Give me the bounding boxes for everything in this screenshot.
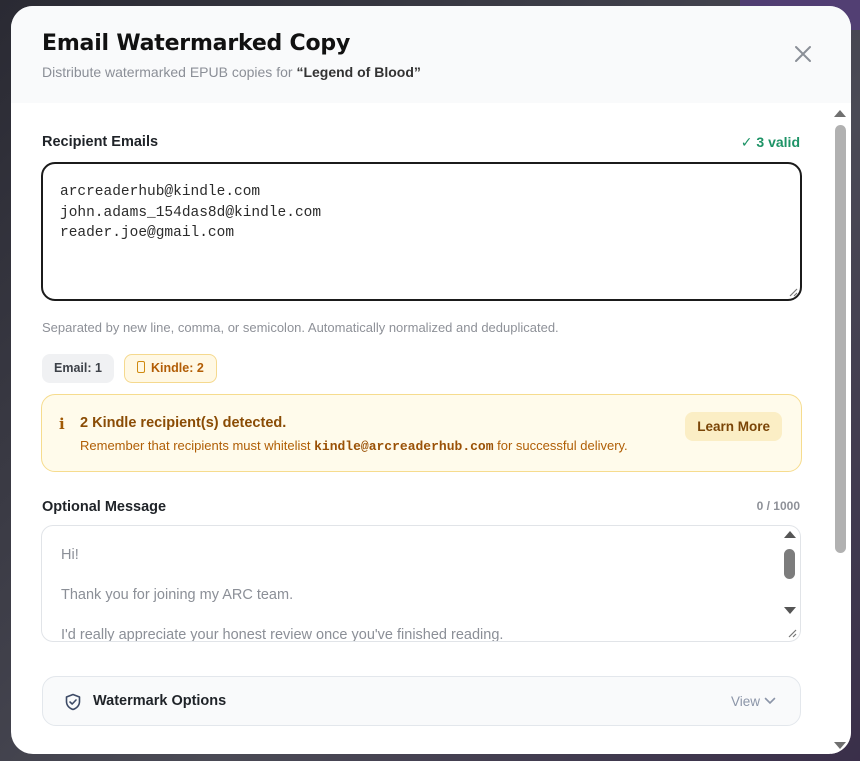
close-icon (795, 46, 811, 62)
kindle-notice-description: Remember that recipients must whitelist … (80, 438, 628, 454)
kindle-icon (137, 361, 145, 373)
kindle-notice-title: 2 Kindle recipient(s) detected. (80, 415, 287, 431)
message-line: Hi! (61, 547, 79, 563)
scroll-thumb[interactable] (784, 549, 795, 579)
recipient-emails-label: Recipient Emails (42, 134, 159, 150)
learn-more-button[interactable]: Learn More (685, 412, 782, 441)
watermark-options-toggle[interactable]: Watermark Options View (42, 676, 801, 726)
email-count-chip: Email: 1 (42, 354, 114, 383)
message-line: Thank you for joining my ARC team. (61, 587, 294, 603)
scroll-thumb[interactable] (835, 125, 846, 553)
scroll-up-arrow-icon[interactable] (784, 531, 796, 538)
dialog-subtitle: Distribute watermarked EPUB copies for “… (42, 64, 421, 80)
view-label: View (730, 694, 760, 709)
optional-message-textarea[interactable]: Hi! Thank you for joining my ARC team. I… (41, 525, 801, 642)
watermark-options-label: Watermark Options (93, 693, 227, 709)
recipient-emails-textarea[interactable]: arcreaderhub@kindle.com john.adams_154da… (41, 162, 802, 301)
resize-handle-icon[interactable] (788, 287, 798, 297)
message-scrollbar[interactable] (780, 526, 800, 641)
whitelist-address: kindle@arcreaderhub.com (314, 439, 494, 454)
kindle-notice: i 2 Kindle recipient(s) detected. Rememb… (41, 394, 802, 472)
message-char-counter: 0 / 1000 (756, 499, 800, 513)
kindle-count-text: Kindle: 2 (151, 361, 204, 375)
notice-desc-prefix: Remember that recipients must whitelist (80, 438, 315, 453)
optional-message-label: Optional Message (42, 499, 167, 515)
close-button[interactable] (791, 42, 815, 66)
email-line: arcreaderhub@kindle.com (60, 184, 261, 200)
chevron-down-icon (764, 697, 776, 705)
dialog-title: Email Watermarked Copy (42, 31, 351, 56)
resize-handle-icon[interactable] (787, 628, 797, 638)
book-title: “Legend of Blood” (296, 64, 421, 80)
kindle-count-chip: Kindle: 2 (124, 354, 217, 383)
shield-icon (65, 693, 81, 711)
recipients-helper-text: Separated by new line, comma, or semicol… (42, 320, 559, 335)
info-icon: i (59, 415, 65, 433)
subtitle-text: Distribute watermarked EPUB copies for (42, 64, 297, 80)
notice-desc-suffix: for successful delivery. (493, 438, 628, 453)
scroll-up-arrow-icon[interactable] (834, 110, 846, 117)
valid-count-badge: ✓ 3 valid (740, 134, 800, 150)
dialog-header: Email Watermarked Copy Distribute waterm… (11, 6, 851, 103)
dialog-scrollbar[interactable] (831, 103, 851, 754)
email-line: reader.joe@gmail.com (60, 225, 235, 241)
email-watermarked-copy-dialog: Email Watermarked Copy Distribute waterm… (11, 6, 851, 754)
scroll-down-arrow-icon[interactable] (784, 607, 796, 614)
scroll-down-arrow-icon[interactable] (834, 742, 846, 749)
message-line: I'd really appreciate your honest review… (61, 627, 504, 642)
message-placeholder: Hi! Thank you for joining my ARC team. I… (61, 545, 761, 642)
view-toggle[interactable]: View (731, 694, 776, 709)
email-line: john.adams_154das8d@kindle.com (60, 204, 322, 221)
